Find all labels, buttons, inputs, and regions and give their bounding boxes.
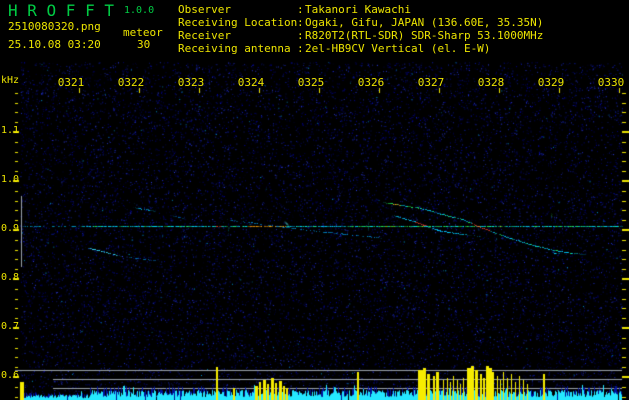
info-value: Ogaki, Gifu, JAPAN (136.60E, 35.35N) [305, 16, 544, 29]
info-value: 2el-HB9CV Vertical (el. E-W) [305, 42, 491, 55]
freq-label: 1.0 [1, 174, 20, 185]
time-label: 0326 [357, 76, 385, 89]
datetime-label: 25.10.08 03:20 [8, 38, 101, 51]
time-label: 0325 [297, 76, 325, 89]
freq-label: 1.1 [1, 125, 20, 136]
colon: : [297, 42, 304, 55]
info-value: R820T2(RTL-SDR) SDR-Sharp 53.1000MHz [305, 29, 544, 42]
version-label: 1.0.0 [124, 5, 155, 16]
spectrogram-canvas [0, 0, 629, 400]
filename-label: 2510080320.png [8, 20, 101, 33]
time-label: 0327 [417, 76, 445, 89]
colon: : [297, 29, 304, 42]
info-row-antenna: Receiving antenna:2el-HB9CV Vertical (el… [178, 43, 538, 56]
hrofft-app: H R O F F T 1.0.0 2510080320.png meteor … [0, 0, 629, 400]
freq-label: 0.6 [1, 370, 20, 381]
info-label: Receiving antenna [178, 42, 291, 55]
info-label: Receiving Location [178, 16, 298, 29]
freq-label: 0.7 [1, 321, 20, 332]
time-label: 0328 [477, 76, 505, 89]
mode-label: meteor [123, 26, 163, 39]
freq-unit-label: kHz [1, 75, 20, 86]
time-label: 0324 [237, 76, 265, 89]
freq-label: 0.9 [1, 223, 20, 234]
time-label: 0330 [597, 76, 625, 89]
info-label: Receiver [178, 29, 231, 42]
time-label: 0329 [537, 76, 565, 89]
station-info: Observer: Takanori Kawachi Receiving Loca… [178, 4, 628, 60]
freq-label: 0.8 [1, 272, 20, 283]
colon: : [297, 16, 304, 29]
time-label: 0321 [57, 76, 85, 89]
time-label: 0322 [117, 76, 145, 89]
info-value: Takanori Kawachi [305, 3, 411, 16]
time-label: 0323 [177, 76, 205, 89]
colon: : [297, 3, 304, 16]
app-title: H R O F F T [8, 1, 114, 20]
info-label: Observer [178, 3, 231, 16]
param-value: 30 [137, 38, 151, 51]
